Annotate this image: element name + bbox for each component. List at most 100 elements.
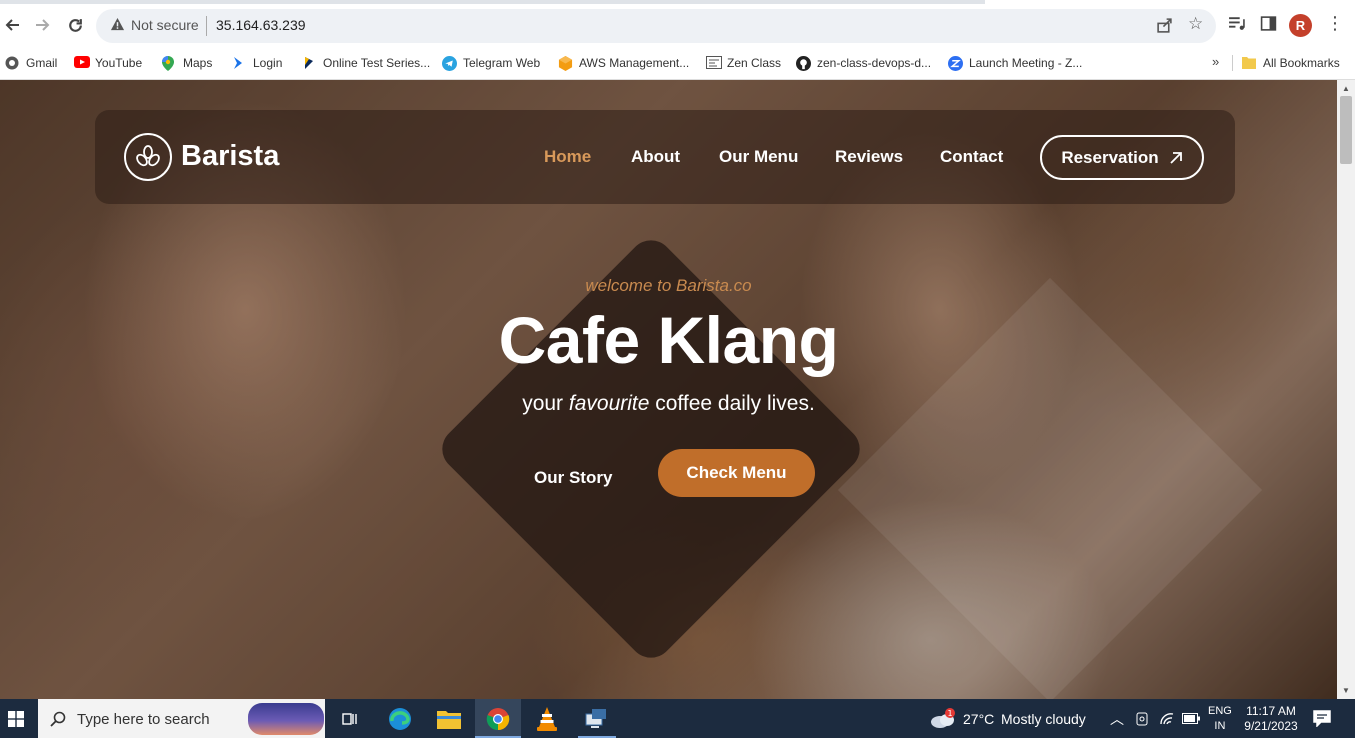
- bookmark-label: Online Test Series...: [323, 56, 431, 70]
- bookmark-label: AWS Management...: [579, 56, 690, 70]
- bookmark-label: zen-class-devops-d...: [817, 56, 932, 70]
- check-menu-button[interactable]: Check Menu: [658, 449, 815, 497]
- reservation-button[interactable]: Reservation: [1040, 135, 1204, 180]
- warning-icon[interactable]: [110, 17, 125, 32]
- nav-contact[interactable]: Contact: [940, 147, 1003, 167]
- bookmarks-divider: [1232, 55, 1233, 71]
- bookmark-label: Gmail: [26, 56, 58, 70]
- scrollbar-thumb[interactable]: [1340, 96, 1352, 164]
- language-code: ENG: [1208, 705, 1232, 717]
- barista-logo-icon[interactable]: [124, 133, 172, 181]
- taskbar-remote-app[interactable]: [581, 704, 611, 734]
- back-arrow-icon: [5, 19, 19, 31]
- reload-button[interactable]: [62, 12, 88, 38]
- vlc-icon: [537, 707, 557, 731]
- weather-description[interactable]: Mostly cloudy: [1001, 711, 1086, 727]
- folder-icon: [1242, 56, 1256, 70]
- security-label[interactable]: Not secure: [131, 17, 199, 33]
- edge-icon: [389, 708, 411, 730]
- wifi-icon[interactable]: [1159, 712, 1175, 726]
- bookmark-aws[interactable]: AWS Management...: [558, 53, 689, 73]
- bookmark-launch-meeting[interactable]: Launch Meeting - Z...: [948, 53, 1082, 73]
- task-view-icon: [342, 713, 357, 725]
- search-placeholder[interactable]: Type here to search: [77, 711, 210, 728]
- forward-arrow-icon: [36, 19, 50, 31]
- hero-subtitle: your favourite coffee daily lives.: [0, 392, 1337, 416]
- language-indicator[interactable]: ENG IN: [1208, 704, 1232, 734]
- login-icon: [232, 56, 246, 70]
- nav-reviews[interactable]: Reviews: [835, 147, 903, 167]
- taskbar-chrome[interactable]: [483, 704, 513, 734]
- battery-icon[interactable]: [1182, 713, 1200, 724]
- nav-home[interactable]: Home: [544, 147, 591, 167]
- taskbar-edge[interactable]: [385, 704, 415, 734]
- bookmark-login[interactable]: Login: [232, 53, 282, 73]
- weather-temperature[interactable]: 27°C: [963, 711, 994, 727]
- scroll-down-arrow-icon[interactable]: ▼: [1342, 686, 1350, 695]
- taskbar-file-explorer[interactable]: [434, 704, 464, 734]
- taskbar-vlc[interactable]: [532, 704, 562, 734]
- aws-icon: [558, 56, 573, 71]
- bookmark-online-test-series[interactable]: Online Test Series...: [302, 53, 430, 73]
- profile-avatar[interactable]: R: [1289, 14, 1312, 37]
- bookmark-telegram-web[interactable]: Telegram Web: [442, 53, 540, 73]
- reload-icon: [68, 18, 82, 32]
- nav-about[interactable]: About: [631, 147, 680, 167]
- cloud-icon: 1: [931, 708, 955, 728]
- search-icon: [50, 711, 66, 727]
- bookmark-label: Launch Meeting - Z...: [969, 56, 1083, 70]
- browser-menu-icon[interactable]: ⋮: [1326, 14, 1344, 32]
- bookmark-zen-class[interactable]: Zen Class: [706, 53, 781, 73]
- bookmark-github-repo[interactable]: zen-class-devops-d...: [796, 53, 931, 73]
- bookmarks-overflow-button[interactable]: »: [1212, 54, 1219, 69]
- bookmark-gmail[interactable]: Gmail: [5, 53, 57, 73]
- our-story-link[interactable]: Our Story: [534, 468, 612, 488]
- telegram-icon: [442, 56, 457, 71]
- folder-icon: [437, 711, 461, 729]
- bookmark-label: Zen Class: [727, 56, 782, 70]
- weather-badge: 1: [947, 709, 952, 718]
- bookmark-label: Telegram Web: [463, 56, 541, 70]
- search-highlight-art[interactable]: [248, 703, 324, 735]
- forward-button[interactable]: [29, 12, 55, 38]
- side-panel-icon[interactable]: [1260, 15, 1277, 32]
- device-icon[interactable]: [1135, 712, 1149, 726]
- brand-name[interactable]: Barista: [181, 140, 279, 173]
- reading-list-icon[interactable]: [1228, 15, 1245, 32]
- all-bookmarks-button[interactable]: All Bookmarks: [1242, 53, 1340, 73]
- reservation-label: Reservation: [1061, 147, 1159, 167]
- chrome-icon: [486, 708, 510, 731]
- youtube-icon: [74, 56, 90, 70]
- clock-date: 9/21/2023: [1244, 719, 1298, 733]
- url-text[interactable]: 35.164.63.239: [216, 17, 306, 33]
- scroll-up-arrow-icon[interactable]: ▲: [1342, 84, 1350, 93]
- share-icon[interactable]: [1156, 17, 1173, 34]
- zoom-icon: [948, 56, 963, 71]
- arrow-up-right-icon: [1170, 151, 1182, 164]
- test-series-icon: [302, 56, 316, 70]
- weather-widget-icon[interactable]: 1: [928, 704, 958, 734]
- zen-class-icon: [706, 56, 722, 70]
- bookmark-star-icon[interactable]: ☆: [1188, 14, 1203, 34]
- welcome-tagline: welcome to Barista.co: [585, 276, 752, 295]
- hero-section: Barista Home About Our Menu Reviews Cont…: [0, 80, 1337, 699]
- subtitle-emphasis: favourite: [568, 392, 650, 415]
- bookmark-youtube[interactable]: YouTube: [74, 53, 142, 73]
- back-button[interactable]: [0, 12, 26, 38]
- tab-strip: [0, 0, 985, 4]
- start-button[interactable]: [1, 704, 31, 734]
- tray-overflow-chevron-icon[interactable]: ︿: [1110, 709, 1124, 729]
- all-bookmarks-label: All Bookmarks: [1263, 56, 1340, 70]
- remote-desktop-icon: [585, 709, 606, 728]
- bookmark-maps[interactable]: Maps: [162, 53, 212, 73]
- page-scrollbar[interactable]: [1337, 80, 1355, 699]
- omnibox-separator: [206, 16, 207, 36]
- maps-icon: [162, 56, 176, 71]
- task-view-button[interactable]: [334, 704, 364, 734]
- nav-our-menu[interactable]: Our Menu: [719, 147, 798, 167]
- notifications-icon[interactable]: [1313, 709, 1331, 727]
- system-clock[interactable]: 11:17 AM 9/21/2023: [1240, 704, 1302, 734]
- bookmark-label: Maps: [183, 56, 213, 70]
- gmail-icon: [5, 56, 19, 70]
- clock-time: 11:17 AM: [1246, 704, 1296, 718]
